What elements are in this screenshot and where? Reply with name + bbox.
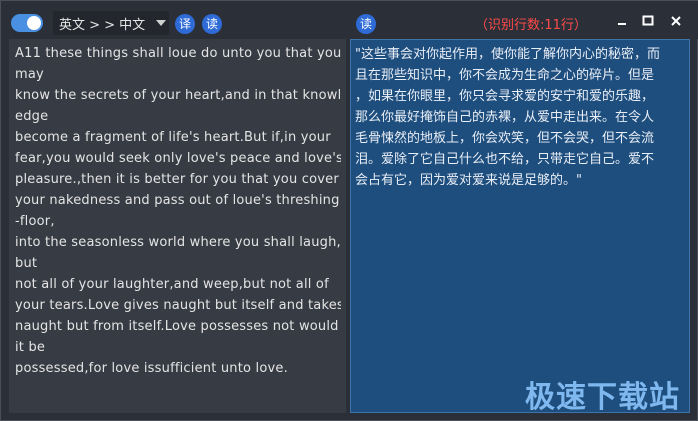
text-line: know the secrets of your heart,and in th… [15, 88, 341, 103]
source-text: A11 these things shall loue do unto you … [15, 43, 341, 379]
text-line: become a fragment of life's heart.But if… [15, 130, 331, 145]
text-line: pleasure.,then it is better for you that… [15, 172, 339, 187]
translator-window: 英文 > > 中文 译 读 读 （识别行数:11行） A11 these thi… [0, 0, 698, 421]
text-line: possessed,for love issufficient unto lov… [15, 361, 288, 376]
text-line: not all of your laughter,and weep,but no… [15, 277, 329, 292]
text-line: naught but from itself.Love possesses no… [15, 319, 339, 334]
translate-button[interactable]: 译 [175, 14, 195, 34]
text-line: 毛骨悚然的地板上，你会欢笑，但不会哭，但不会流 [355, 131, 655, 146]
chevron-down-icon [156, 20, 166, 26]
recognized-lines-status: （识别行数:11行） [475, 18, 587, 33]
translation-text-panel[interactable]: "这些事会对你起作用，使你能了解你内心的秘密，而 且在那些知识中，你不会成为生命之… [350, 39, 690, 413]
translation-text: "这些事会对你起作用，使你能了解你内心的秘密，而 且在那些知识中，你不会成为生命之… [355, 44, 687, 191]
text-line: may [15, 67, 44, 82]
source-text-panel[interactable]: A11 these things shall loue do unto you … [9, 39, 346, 413]
minimize-icon[interactable] [614, 13, 630, 29]
text-line: fear,you would seek only love's peace an… [15, 151, 341, 166]
close-icon[interactable] [668, 13, 684, 29]
text-line: into the seasonless world where you shal… [15, 235, 341, 250]
watermark-logo: 极速下载站 [525, 380, 680, 415]
text-line: edge [15, 109, 49, 124]
text-line: "这些事会对你起作用，使你能了解你内心的秘密，而 [355, 47, 660, 62]
language-pair-label: 英文 > > 中文 [59, 18, 146, 33]
text-line: it be [15, 340, 46, 355]
text-line: 且在那些知识中，你不会成为生命之心的碎片。但是 [355, 68, 655, 83]
text-line: A11 these things shall loue do unto you … [15, 46, 341, 61]
text-line: -floor, [15, 214, 55, 229]
text-line: 泪。爱除了它自己什么也不给，只带走它自己。爱不 [355, 152, 655, 167]
language-selector[interactable]: 英文 > > 中文 [53, 11, 169, 35]
maximize-icon[interactable] [640, 13, 656, 29]
text-line: but [15, 256, 38, 271]
title-bar: 英文 > > 中文 译 读 读 （识别行数:11行） [1, 1, 698, 39]
ocr-toggle[interactable] [11, 14, 43, 32]
text-line: your nakedness and pass out of loue's th… [15, 193, 340, 208]
text-line: ，如果在你眼里，你只会寻求爱的安宁和爱的乐趣， [355, 89, 655, 104]
text-line: 会占有它，因为爱对爱来说是足够的。" [355, 173, 582, 188]
read-translation-button[interactable]: 读 [356, 14, 376, 34]
toggle-knob [27, 16, 41, 30]
text-line: your tears.Love gives naught but itself … [15, 298, 341, 313]
read-source-button[interactable]: 读 [202, 14, 222, 34]
text-line: 那么你最好掩饰自己的赤裸，从爱中走出来。在令人 [355, 110, 655, 125]
